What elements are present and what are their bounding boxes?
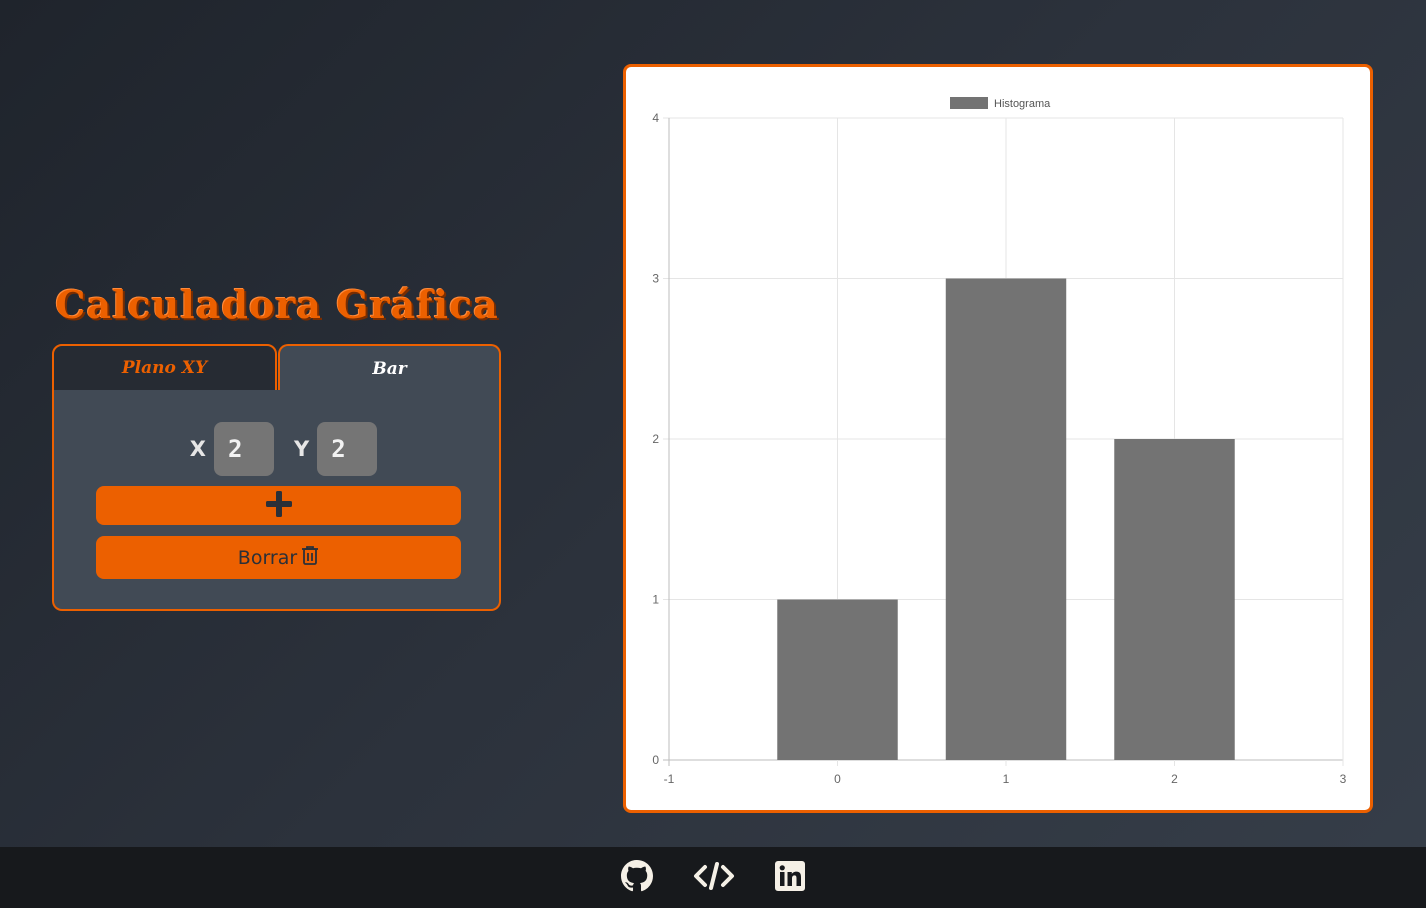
y-tick-label: 0	[652, 753, 659, 767]
chart-card: 0 1 2 3 4 -1 0 1 2 3 Histograma	[623, 64, 1373, 813]
bar	[777, 599, 898, 760]
y-label: Y	[293, 437, 310, 461]
tab-bar: Plano XY Bar	[52, 344, 501, 392]
y-tick-label: 1	[652, 593, 659, 607]
y-input[interactable]	[317, 422, 378, 476]
x-tick-label: -1	[664, 772, 675, 786]
code-icon	[693, 861, 735, 895]
legend-label: Histograma	[994, 98, 1051, 110]
bar	[1114, 439, 1235, 760]
add-point-button[interactable]	[96, 486, 461, 525]
x-label: X	[189, 437, 206, 461]
x-input[interactable]	[213, 422, 274, 476]
x-tick-label: 2	[1171, 772, 1178, 786]
clear-button-label: Borrar	[237, 546, 298, 569]
tab-plano-xy[interactable]: Plano XY	[52, 344, 277, 392]
footer	[0, 847, 1426, 908]
github-icon	[621, 859, 653, 896]
tab-bar-chart[interactable]: Bar	[278, 344, 501, 392]
xy-input-row: X Y	[54, 422, 499, 476]
app-title: Calculadora Gráfica	[55, 282, 499, 327]
trash-icon	[297, 545, 319, 570]
x-tick-label: 0	[834, 772, 841, 786]
y-tick-label: 3	[652, 272, 659, 286]
bar-chart: 0 1 2 3 4 -1 0 1 2 3 Histograma	[652, 97, 1347, 786]
legend-swatch	[950, 97, 988, 109]
x-tick-label: 3	[1340, 772, 1347, 786]
linkedin-icon	[775, 860, 805, 895]
y-tick-label: 4	[652, 111, 659, 125]
github-link[interactable]	[621, 859, 653, 896]
input-panel: X Y Borrar	[52, 390, 501, 611]
plus-icon	[264, 489, 294, 522]
code-link[interactable]	[693, 861, 735, 895]
y-tick-label: 2	[652, 432, 659, 446]
bar	[945, 278, 1067, 760]
clear-button[interactable]: Borrar	[96, 536, 461, 579]
linkedin-link[interactable]	[775, 860, 805, 895]
x-tick-label: 1	[1003, 772, 1010, 786]
